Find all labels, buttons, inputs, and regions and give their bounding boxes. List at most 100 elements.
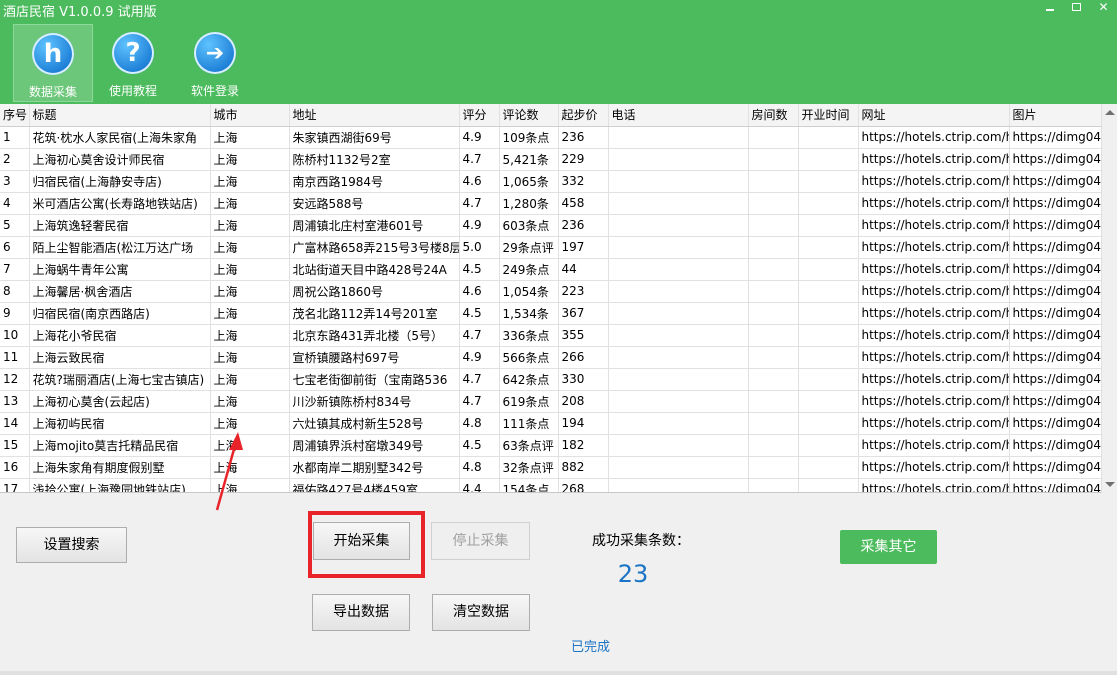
- table-cell: [748, 478, 799, 492]
- table-cell: [608, 148, 749, 171]
- table-row[interactable]: 5 上海筑逸轻奢民宿 上海 周浦镇北庄村室港601号 4.9 603条点 236 https:…: [0, 214, 1101, 237]
- minimize-icon[interactable]: [1036, 0, 1063, 16]
- table-cell: [798, 170, 859, 193]
- collect-other-button[interactable]: 采集其它: [840, 530, 937, 564]
- stop-collect-button[interactable]: 停止采集: [431, 522, 530, 560]
- table-cell: [748, 214, 799, 237]
- table-cell: https://hotels.ctrip.com/h: [858, 236, 1010, 259]
- table-row[interactable]: 11 上海云致民宿 上海 宣桥镇腰路村697号 4.9 566条点 266 https://h…: [0, 346, 1101, 369]
- export-data-button[interactable]: 导出数据: [312, 594, 410, 631]
- scroll-up-icon[interactable]: [1105, 110, 1115, 115]
- table-cell: 10: [0, 324, 30, 347]
- table-row[interactable]: 1 花筑·枕水人家民宿(上海朱家角 上海 朱家镇西湖街69号 4.9 109条点 236 ht…: [0, 126, 1101, 149]
- close-icon[interactable]: ✕: [1090, 0, 1117, 16]
- table-row[interactable]: 14 上海初屿民宿 上海 六灶镇其成村新生528号 4.8 111条点 194 https:/…: [0, 412, 1101, 435]
- table-cell: 上海蜗牛青年公寓: [29, 258, 211, 281]
- table-cell: 642条点: [499, 368, 559, 391]
- table-cell: 15: [0, 434, 30, 457]
- scroll-down-icon[interactable]: [1105, 482, 1115, 487]
- table-cell: https://hotels.ctrip.com/h: [858, 126, 1010, 149]
- table-cell: [608, 456, 749, 479]
- table-cell: 上海: [210, 126, 290, 149]
- table-cell: 8: [0, 280, 30, 303]
- table-cell: 陈桥村1132号2室: [289, 148, 460, 171]
- table-cell: 4.4: [459, 478, 500, 492]
- table-cell: 陌上尘智能酒店(松江万达广场: [29, 236, 211, 259]
- toolbar-item-login[interactable]: ➔ 软件登录: [175, 24, 255, 102]
- table-row[interactable]: 7 上海蜗牛青年公寓 上海 北站街道天目中路428号24A 4.5 249条点 44 http…: [0, 258, 1101, 281]
- table-cell: 1,280条: [499, 192, 559, 215]
- table-row[interactable]: 2 上海初心莫舍设计师民宿 上海 陈桥村1132号2室 4.7 5,421条 229 http…: [0, 148, 1101, 171]
- table-cell: https://hotels.ctrip.com/h: [858, 148, 1010, 171]
- table-cell: 川沙新镇陈桥村834号: [289, 390, 460, 413]
- table-cell: 米可酒店公寓(长寿路地铁站店): [29, 192, 211, 215]
- table-cell: 上海: [210, 346, 290, 369]
- clear-data-button[interactable]: 清空数据: [432, 594, 530, 631]
- table-cell: 367: [558, 302, 609, 325]
- table-cell: https://hotels.ctrip.com/h: [858, 280, 1010, 303]
- table-row[interactable]: 6 陌上尘智能酒店(松江万达广场 上海 广富林路658弄215号3号楼8层 5.0 29条…: [0, 236, 1101, 259]
- table-cell: https://dimg04: [1009, 478, 1101, 492]
- table-row[interactable]: 13 上海初心莫舍(云起店) 上海 川沙新镇陈桥村834号 4.7 619条点 208 htt…: [0, 390, 1101, 413]
- table-cell: [798, 302, 859, 325]
- column-header[interactable]: 城市: [210, 104, 290, 127]
- table-cell: [608, 368, 749, 391]
- table-cell: 花筑?瑞丽酒店(上海七宝古镇店): [29, 368, 211, 391]
- column-header[interactable]: 评分: [459, 104, 500, 127]
- table-cell: [608, 192, 749, 215]
- table-cell: [748, 346, 799, 369]
- table-row[interactable]: 10 上海花小爷民宿 上海 北京东路431弄北楼（5号） 4.7 336条点 355 http…: [0, 324, 1101, 347]
- maximize-icon[interactable]: [1063, 0, 1090, 16]
- window-controls: ✕: [1036, 0, 1117, 16]
- table-cell: 周祝公路1860号: [289, 280, 460, 303]
- table-cell: 上海初屿民宿: [29, 412, 211, 435]
- column-header[interactable]: 电话: [608, 104, 749, 127]
- column-header[interactable]: 地址: [289, 104, 460, 127]
- table-cell: 194: [558, 412, 609, 435]
- title-toolbar: 酒店民宿 V1.0.0.9 试用版 ✕ h 数据采集 ? 使用教程 ➔ 软件登录: [0, 0, 1117, 104]
- table-cell: 朱家镇西湖街69号: [289, 126, 460, 149]
- table-row[interactable]: 17 浅拾公寓(上海豫园地铁站店) 上海 福佑路427号4楼459室 4.4 154条点 2…: [0, 478, 1101, 492]
- success-count-value: 23: [617, 560, 649, 588]
- settings-search-button[interactable]: 设置搜索: [16, 527, 127, 563]
- table-cell: 宣桥镇腰路村697号: [289, 346, 460, 369]
- table-row[interactable]: 9 归宿民宿(南京西路店) 上海 茂名北路112弄14号201室 4.5 1,534条 36…: [0, 302, 1101, 325]
- vertical-scrollbar[interactable]: [1101, 104, 1117, 493]
- table-cell: [798, 368, 859, 391]
- table-cell: [798, 456, 859, 479]
- table-row[interactable]: 12 花筑?瑞丽酒店(上海七宝古镇店) 上海 七宝老街御前街（宝南路536 4.7 642…: [0, 368, 1101, 391]
- table-cell: [748, 126, 799, 149]
- table-cell: 229: [558, 148, 609, 171]
- column-header[interactable]: 房间数: [748, 104, 799, 127]
- column-header[interactable]: 图片: [1009, 104, 1101, 127]
- table-cell: 南京西路1984号: [289, 170, 460, 193]
- table-row[interactable]: 8 上海馨居·枫舍酒店 上海 周祝公路1860号 4.6 1,054条 223 https:/…: [0, 280, 1101, 303]
- table-cell: [608, 170, 749, 193]
- column-header[interactable]: 评论数: [499, 104, 559, 127]
- table-cell: 11: [0, 346, 30, 369]
- table-cell: 330: [558, 368, 609, 391]
- column-header[interactable]: 起步价: [558, 104, 609, 127]
- toolbar-item-tutorial[interactable]: ? 使用教程: [93, 24, 173, 102]
- table-row[interactable]: 3 归宿民宿(上海静安寺店) 上海 南京西路1984号 4.6 1,065条 332 http…: [0, 170, 1101, 193]
- column-header[interactable]: 序号: [0, 104, 30, 127]
- column-header[interactable]: 标题: [29, 104, 211, 127]
- table-row[interactable]: 16 上海朱家角有期度假别墅 上海 水都南岸二期别墅342号 4.8 32条点评 882 ht…: [0, 456, 1101, 479]
- table-cell: 4.9: [459, 346, 500, 369]
- toolbar-item-data-collect[interactable]: h 数据采集: [13, 24, 93, 102]
- table-cell: https://dimg04: [1009, 192, 1101, 215]
- table-row[interactable]: 4 米可酒店公寓(长寿路地铁站店) 上海 安远路588号 4.7 1,280条 458 htt…: [0, 192, 1101, 215]
- table-cell: 111条点: [499, 412, 559, 435]
- table-cell: 4.5: [459, 258, 500, 281]
- table-cell: [798, 236, 859, 259]
- table-cell: 上海: [210, 368, 290, 391]
- column-header[interactable]: 开业时间: [798, 104, 859, 127]
- table-cell: [748, 412, 799, 435]
- table-row[interactable]: 15 上海mojito莫吉托精品民宿 上海 周浦镇界浜村窑墩349号 4.5 63条点评 1…: [0, 434, 1101, 457]
- table-cell: [798, 148, 859, 171]
- table-cell: https://dimg04: [1009, 148, 1101, 171]
- column-header[interactable]: 网址: [858, 104, 1010, 127]
- table-cell: 周浦镇界浜村窑墩349号: [289, 434, 460, 457]
- table-cell: [748, 302, 799, 325]
- table-cell: https://dimg04: [1009, 170, 1101, 193]
